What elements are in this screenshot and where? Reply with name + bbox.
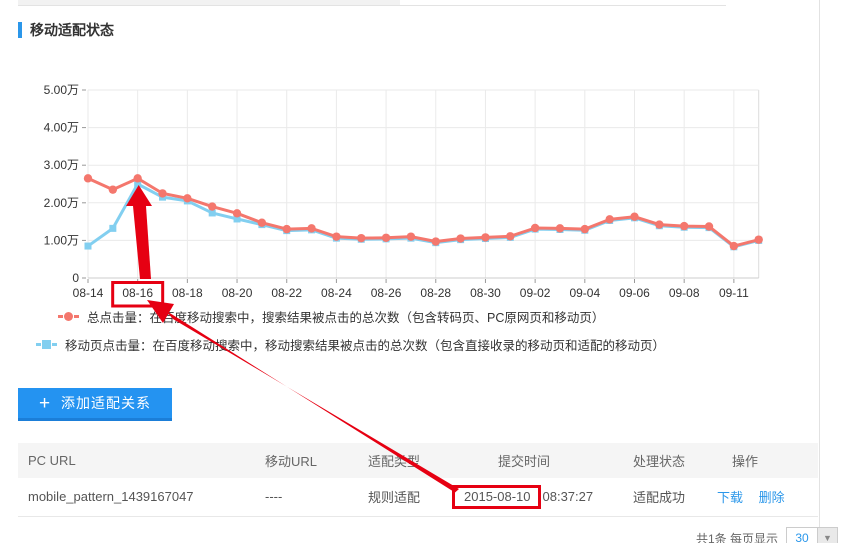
cell-pc-url: mobile_pattern_1439167047 — [18, 478, 255, 516]
legend-label: 移动页点击量：在百度移动搜索中，移动搜索结果被点击的总次数（包含直接收录的移动页… — [65, 335, 665, 354]
adaptation-table: PC URL 移动URL 适配类型 提交时间 处理状态 操作 mobile_pa… — [18, 443, 818, 517]
cell-adapt-type: 规则适配 — [358, 478, 445, 516]
table-row: mobile_pattern_1439167047 ---- 规则适配 2015… — [18, 478, 818, 516]
legend-item-mobile-clicks: 移动页点击量：在百度移动搜索中，移动搜索结果被点击的总次数（包含直接收录的移动页… — [36, 337, 665, 351]
cell-actions: 下载 删除 — [705, 478, 818, 516]
cell-submit-time: 2015-08-1008:37:27 — [445, 478, 605, 516]
heading-accent-bar — [18, 22, 22, 38]
pagination: 共1条 每页显示 30 ▼ — [696, 527, 838, 543]
plus-icon: + — [39, 394, 51, 413]
pagination-summary: 共1条 每页显示 — [696, 530, 778, 543]
header-pc-url: PC URL — [18, 443, 255, 478]
red-circle-series-icon — [58, 312, 79, 321]
header-submit-time: 提交时间 — [445, 443, 605, 478]
add-adaptation-button[interactable]: + 添加适配关系 — [18, 388, 172, 421]
right-page-divider — [819, 0, 820, 543]
header-status: 处理状态 — [605, 443, 705, 478]
chevron-down-icon[interactable]: ▼ — [818, 527, 838, 543]
delete-link[interactable]: 删除 — [759, 490, 785, 505]
legend-item-total-clicks: 总点击量：在百度移动搜索中，搜索结果被点击的总次数（包含转码页、PC原网页和移动… — [58, 309, 604, 323]
page-size-select[interactable]: 30 — [786, 527, 818, 543]
header-adapt-type: 适配类型 — [358, 443, 445, 478]
cell-status: 适配成功 — [605, 478, 705, 516]
blue-square-series-icon — [36, 340, 57, 349]
section-heading: 移动适配状态 — [18, 20, 114, 40]
add-adaptation-label: 添加适配关系 — [61, 393, 151, 413]
legend-label: 总点击量：在百度移动搜索中，搜索结果被点击的总次数（包含转码页、PC原网页和移动… — [87, 307, 604, 326]
header-actions: 操作 — [705, 443, 818, 478]
table-header-row: PC URL 移动URL 适配类型 提交时间 处理状态 操作 — [18, 443, 818, 478]
download-link[interactable]: 下载 — [717, 490, 743, 505]
cell-mobile-url: ---- — [255, 478, 358, 516]
submit-time-rest: 08:37:27 — [543, 489, 594, 504]
page-title: 移动适配状态 — [30, 20, 114, 40]
clicks-trend-chart[interactable] — [40, 80, 765, 310]
header-mobile-url: 移动URL — [255, 443, 358, 478]
highlighted-date-box: 2015-08-10 — [452, 485, 541, 509]
top-divider-line — [18, 5, 726, 6]
